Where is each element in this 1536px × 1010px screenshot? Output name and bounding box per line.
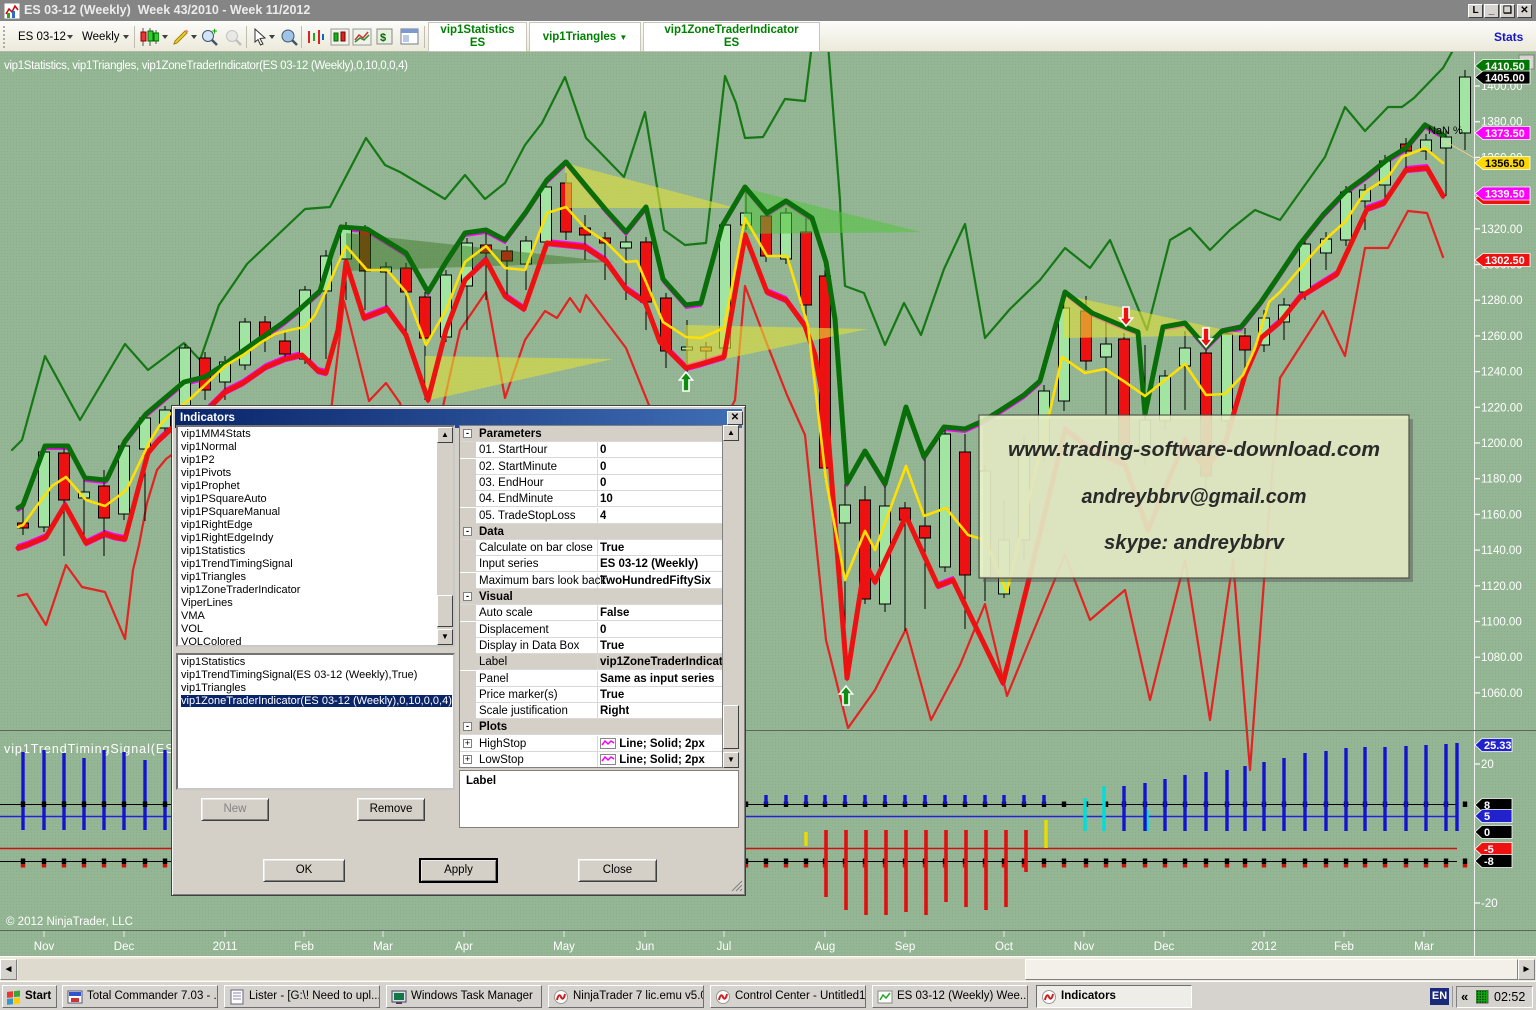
svg-text:Nov: Nov (34, 941, 55, 953)
svg-text:0: 0 (1484, 827, 1490, 839)
svg-text:Mar: Mar (1414, 941, 1434, 953)
svg-text:www.trading-software-download.: www.trading-software-download.com (1008, 439, 1380, 461)
svg-text:1180.00: 1180.00 (1481, 474, 1522, 486)
svg-text:Feb: Feb (294, 941, 314, 953)
svg-text:1405.00: 1405.00 (1485, 73, 1525, 85)
svg-text:1140.00: 1140.00 (1481, 545, 1522, 557)
svg-text:NaN %: NaN % (1428, 125, 1463, 137)
svg-text:andreybbrv@gmail.com: andreybbrv@gmail.com (1082, 486, 1307, 508)
svg-text:Aug: Aug (815, 941, 835, 953)
svg-text:1100.00: 1100.00 (1481, 617, 1522, 629)
svg-text:-20: -20 (1481, 898, 1498, 910)
svg-text:1260.00: 1260.00 (1481, 331, 1523, 343)
svg-text:Nov: Nov (1074, 941, 1095, 953)
svg-text:1120.00: 1120.00 (1481, 581, 1522, 593)
svg-text:May: May (553, 941, 575, 953)
svg-text:vip1Statistics, vip1Triangles,: vip1Statistics, vip1Triangles, vip1ZoneT… (4, 60, 408, 72)
svg-text:1200.00: 1200.00 (1481, 438, 1523, 450)
svg-text:25.33: 25.33 (1484, 740, 1512, 752)
svg-text:+: + (212, 27, 217, 36)
svg-text:1240.00: 1240.00 (1481, 367, 1523, 379)
svg-text:Dec: Dec (114, 941, 135, 953)
svg-text:1060.00: 1060.00 (1481, 688, 1523, 700)
svg-text:Jul: Jul (717, 941, 732, 953)
svg-text:2011: 2011 (213, 941, 238, 953)
svg-text:1280.00: 1280.00 (1481, 295, 1523, 307)
svg-text:2012: 2012 (1251, 941, 1277, 953)
svg-text:Apr: Apr (455, 941, 473, 953)
svg-text:Mar: Mar (373, 941, 393, 953)
svg-text:1320.00: 1320.00 (1481, 224, 1523, 236)
svg-text:Feb: Feb (1334, 941, 1354, 953)
svg-text:1220.00: 1220.00 (1481, 402, 1523, 414)
svg-text:Oct: Oct (995, 941, 1014, 953)
svg-text:1373.50: 1373.50 (1485, 128, 1525, 140)
svg-text:1080.00: 1080.00 (1481, 652, 1523, 664)
svg-text:20: 20 (1481, 759, 1494, 771)
svg-text:1302.50: 1302.50 (1485, 255, 1525, 267)
svg-text:© 2012 NinjaTrader, LLC: © 2012 NinjaTrader, LLC (6, 916, 133, 928)
svg-text:$: $ (380, 32, 386, 44)
svg-text:Jun: Jun (636, 941, 655, 953)
svg-text:1160.00: 1160.00 (1481, 509, 1522, 521)
svg-text:Sep: Sep (895, 941, 915, 953)
svg-text:5: 5 (1484, 811, 1490, 823)
svg-text:skype: andreybbrv: skype: andreybbrv (1104, 532, 1286, 554)
svg-text:1339.50: 1339.50 (1485, 189, 1525, 201)
svg-text:-8: -8 (1484, 856, 1494, 868)
svg-text:Dec: Dec (1154, 941, 1175, 953)
svg-text:1356.50: 1356.50 (1485, 158, 1525, 170)
